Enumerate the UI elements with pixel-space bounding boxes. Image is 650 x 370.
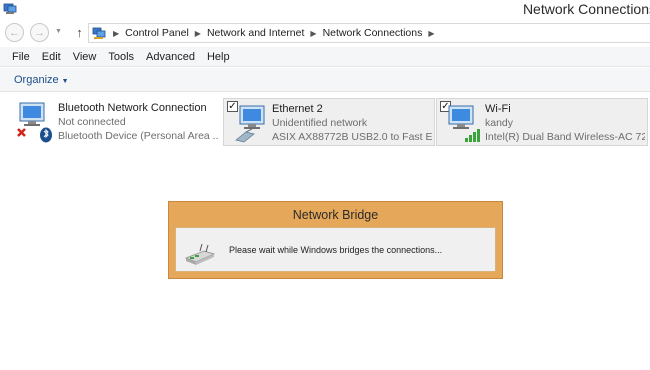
connection-name: Wi-Fi bbox=[485, 103, 511, 115]
chevron-right-icon[interactable]: ▶ bbox=[428, 29, 434, 38]
connection-name: Bluetooth Network Connection bbox=[58, 102, 207, 114]
wifi-network-icon bbox=[448, 105, 480, 142]
dialog-body: Please wait while Windows bridges the co… bbox=[175, 227, 496, 272]
chevron-right-icon[interactable]: ▶ bbox=[310, 29, 316, 38]
menu-advanced[interactable]: Advanced bbox=[140, 51, 201, 63]
command-bar: Organize ▼ bbox=[0, 68, 650, 92]
network-connections-icon bbox=[3, 3, 17, 14]
connection-bluetooth[interactable]: Bluetooth Network Connection Not connect… bbox=[10, 98, 222, 146]
back-button[interactable]: ← bbox=[5, 23, 24, 42]
menu-help[interactable]: Help bbox=[201, 51, 236, 63]
connection-status: Unidentified network bbox=[272, 117, 368, 129]
dialog-title: Network Bridge bbox=[292, 208, 379, 222]
breadcrumb: ▶ Control Panel ▶ Network and Internet ▶… bbox=[107, 27, 441, 39]
chevron-right-icon: ▶ bbox=[113, 28, 120, 38]
connection-status: Not connected bbox=[58, 116, 126, 128]
bluetooth-network-icon bbox=[17, 102, 52, 143]
chevron-right-icon[interactable]: ▶ bbox=[195, 29, 201, 38]
breadcrumb-network-connections[interactable]: Network Connections bbox=[323, 27, 423, 39]
menu-file[interactable]: File bbox=[6, 51, 36, 63]
connection-details: Ethernet 2 Unidentified network ASIX AX8… bbox=[272, 102, 432, 144]
menu-tools[interactable]: Tools bbox=[102, 51, 140, 63]
connection-device: ASIX AX88772B USB2.0 to Fast Eth... bbox=[272, 131, 432, 143]
menu-edit[interactable]: Edit bbox=[36, 51, 67, 63]
up-button[interactable]: ↑ bbox=[70, 23, 89, 42]
ethernet-network-icon bbox=[235, 105, 265, 143]
back-arrow-icon: ← bbox=[9, 26, 20, 39]
connection-device: Intel(R) Dual Band Wireless-AC 72... bbox=[485, 131, 645, 143]
window-title: Network Connections bbox=[522, 1, 650, 17]
connection-details: Wi-Fi kandy Intel(R) Dual Band Wireless-… bbox=[485, 102, 645, 144]
chevron-down-icon: ▼ bbox=[61, 78, 69, 85]
address-bar[interactable]: ▶ Control Panel ▶ Network and Internet ▶… bbox=[88, 23, 650, 43]
organize-button[interactable]: Organize ▼ bbox=[14, 74, 69, 86]
up-arrow-icon: ↑ bbox=[76, 25, 83, 40]
organize-label: Organize bbox=[14, 74, 59, 86]
menu-view[interactable]: View bbox=[67, 51, 103, 63]
dialog-message: Please wait while Windows bridges the co… bbox=[229, 245, 443, 255]
connection-details: Bluetooth Network Connection Not connect… bbox=[58, 101, 218, 143]
connection-ethernet-2[interactable]: ✓ Ethernet 2 Unidentified network ASIX A… bbox=[223, 98, 435, 146]
recent-locations-dropdown-icon[interactable]: ▼ bbox=[55, 28, 62, 35]
title-bar: Network Connections bbox=[0, 0, 650, 20]
control-panel-icon bbox=[92, 27, 106, 39]
forward-button[interactable]: → bbox=[30, 23, 49, 42]
menu-bar: File Edit View Tools Advanced Help bbox=[0, 47, 650, 67]
connection-status: kandy bbox=[485, 117, 514, 129]
address-row: ← → ▼ ↑ ▶ Control Panel ▶ Network and In… bbox=[0, 21, 650, 45]
breadcrumb-network-and-internet[interactable]: Network and Internet bbox=[207, 27, 304, 39]
breadcrumb-control-panel[interactable]: Control Panel bbox=[125, 27, 189, 39]
forward-arrow-icon: → bbox=[34, 26, 45, 39]
connection-wifi[interactable]: ✓ Wi-Fi kandy Intel(R) Dual Band Wireles… bbox=[436, 98, 648, 146]
connection-name: Ethernet 2 bbox=[272, 103, 323, 115]
network-bridge-dialog: Network Bridge Please wait while Windows… bbox=[168, 201, 503, 279]
network-bridge-icon bbox=[184, 243, 216, 265]
connection-device: Bluetooth Device (Personal Area ... bbox=[58, 130, 218, 142]
